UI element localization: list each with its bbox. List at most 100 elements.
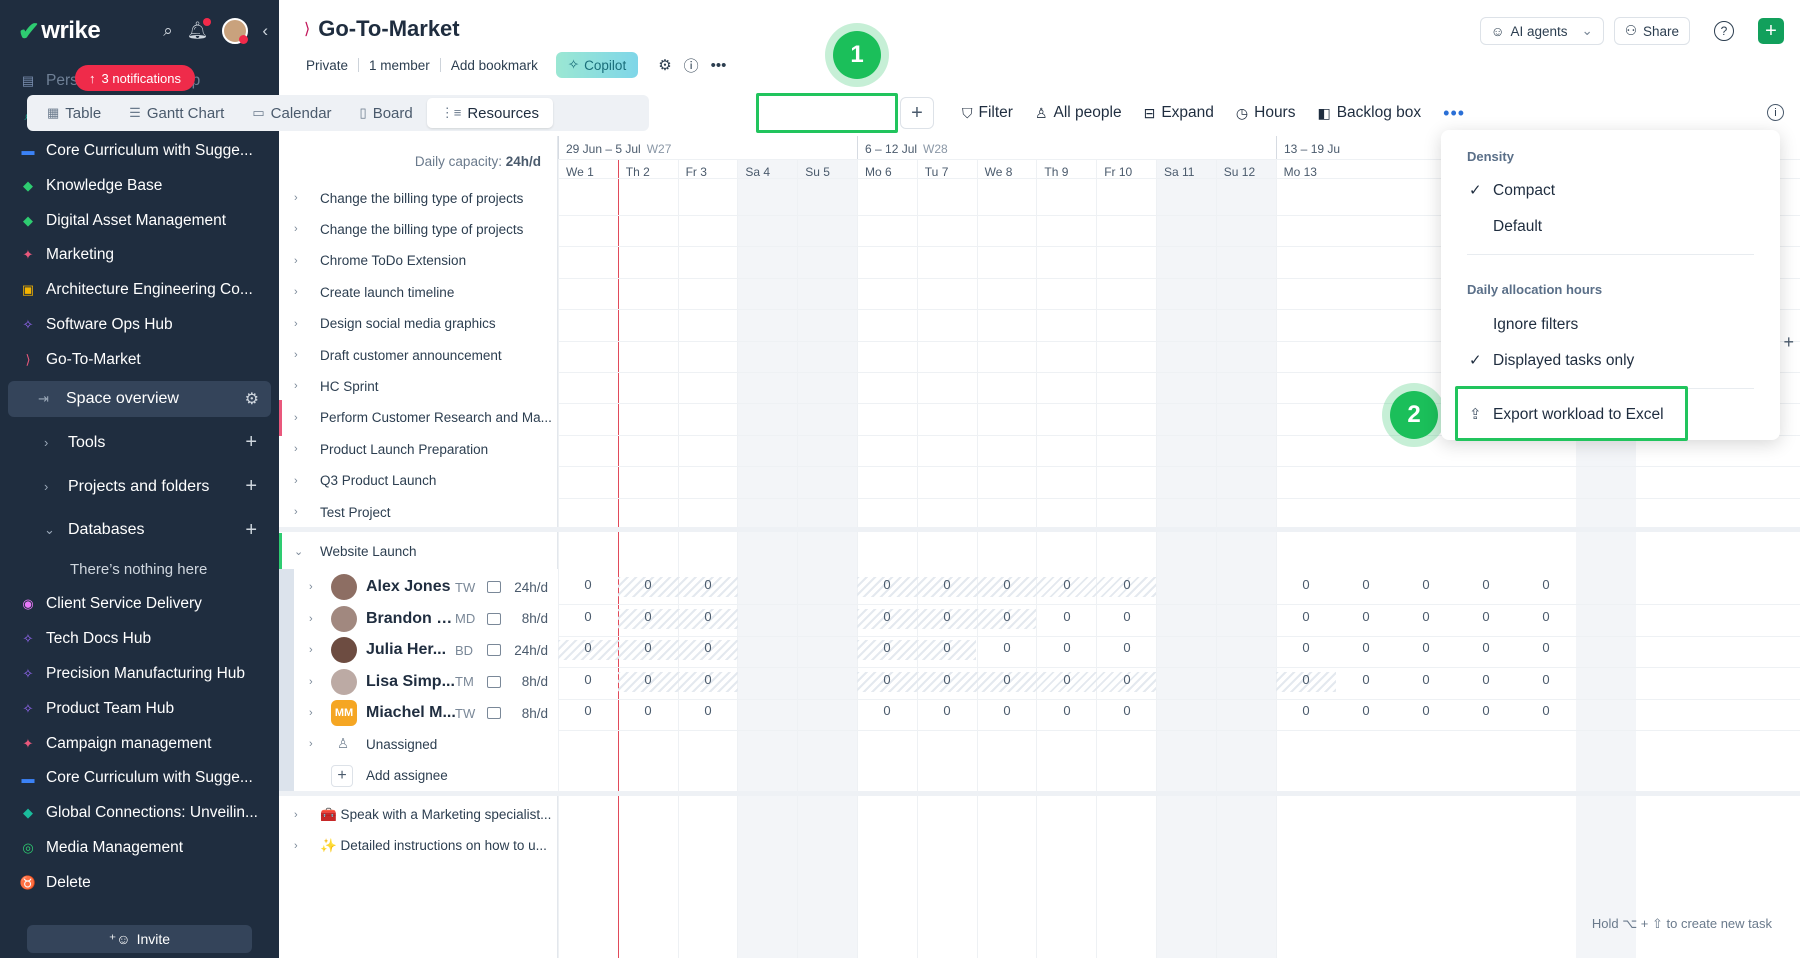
filter-button[interactable]: ⛉ Filter (962, 104, 1013, 122)
workload-cell[interactable]: 0 (1356, 609, 1376, 624)
chevron-right-icon[interactable]: › (294, 380, 304, 392)
invite-button[interactable]: ⁺☺ Invite (27, 925, 252, 953)
chevron-right-icon[interactable]: › (294, 318, 304, 330)
chevron-right-icon[interactable]: › (309, 581, 313, 593)
workload-cell[interactable]: 0 (1296, 640, 1316, 655)
workload-cell[interactable]: 0 (937, 703, 957, 718)
profile-icon[interactable] (487, 612, 501, 625)
chevron-down-icon[interactable]: ⌄ (294, 545, 304, 558)
workload-cell[interactable]: 0 (1356, 577, 1376, 592)
tab-gantt-chart[interactable]: ☰ Gantt Chart (115, 98, 238, 128)
workload-cell[interactable]: 0 (698, 672, 718, 687)
chevron-right-icon[interactable]: › (294, 255, 304, 267)
profile-icon[interactable] (487, 675, 501, 688)
tools-item[interactable]: › Tools + (0, 421, 279, 465)
workload-cell[interactable]: 0 (638, 609, 658, 624)
workload-cell[interactable]: 0 (1416, 640, 1436, 655)
backlog-box-button[interactable]: ◧ Backlog box (1317, 104, 1421, 122)
workload-cell[interactable]: 0 (1476, 640, 1496, 655)
workload-cell[interactable]: 0 (937, 609, 957, 624)
sidebar-item[interactable]: ◉ Client Service Delivery (0, 587, 279, 622)
workload-cell[interactable]: 0 (578, 672, 598, 687)
workload-cell[interactable]: 0 (997, 703, 1017, 718)
chevron-right-icon[interactable]: › (309, 738, 313, 750)
sidebar-item[interactable]: ✧ Software Ops Hub (0, 308, 279, 343)
ai-agents-button[interactable]: ☺ AI agents ⌄ (1479, 17, 1604, 45)
space-overview-item[interactable]: ⇥ Space overview ⚙ (8, 381, 271, 418)
workload-cell[interactable]: 0 (997, 577, 1017, 592)
chevron-right-icon[interactable]: › (294, 286, 304, 298)
chevron-right-icon[interactable]: › (294, 349, 304, 361)
all-people-button[interactable]: ♙ All people (1035, 104, 1122, 122)
workload-cell[interactable]: 0 (1416, 703, 1436, 718)
workload-cell[interactable]: 0 (937, 577, 957, 592)
workload-cell[interactable]: 0 (698, 609, 718, 624)
collapse-sidebar-icon[interactable]: ‹ (262, 21, 268, 41)
workload-cell[interactable]: 0 (698, 577, 718, 592)
sidebar-item[interactable]: ▣ Architecture Engineering Co... (0, 273, 279, 308)
sidebar-item[interactable]: ◎ Media Management (0, 831, 279, 866)
chevron-right-icon[interactable]: › (294, 506, 304, 518)
plus-icon[interactable]: + (245, 519, 257, 542)
bell-icon[interactable]: 🔔︎ (187, 18, 212, 41)
workload-cell[interactable]: 0 (1536, 577, 1556, 592)
workload-cell[interactable]: 0 (1536, 640, 1556, 655)
workload-cell[interactable]: 0 (1117, 609, 1137, 624)
add-view-button[interactable]: + (900, 97, 934, 129)
workload-cell[interactable]: 0 (1356, 640, 1376, 655)
tab-board[interactable]: ▯ Board (346, 98, 427, 128)
add-bookmark-link[interactable]: Add bookmark (451, 58, 538, 73)
page-title[interactable]: Go-To-Market (318, 16, 459, 42)
chevron-right-icon[interactable]: › (294, 412, 304, 424)
add-assignee-row[interactable]: + Add assignee (279, 757, 558, 794)
projects-folders-item[interactable]: › Projects and folders + (0, 465, 279, 509)
chevron-right-icon[interactable]: › (309, 676, 313, 688)
gear-icon[interactable]: ⚙ (658, 56, 671, 74)
sidebar-item[interactable]: ✦ Campaign management (0, 726, 279, 761)
workload-cell[interactable]: 0 (578, 640, 598, 655)
sidebar-item[interactable]: ◆ Global Connections: Unveilin... (0, 796, 279, 831)
workload-cell[interactable]: 0 (1057, 609, 1077, 624)
workload-cell[interactable]: 0 (638, 577, 658, 592)
chevron-right-icon[interactable]: › (294, 809, 304, 821)
privacy-label[interactable]: Private (306, 58, 348, 73)
workload-cell[interactable]: 0 (578, 577, 598, 592)
wrike-logo[interactable]: ✔ wrike (18, 16, 101, 47)
members-label[interactable]: 1 member (369, 58, 430, 73)
workload-cell[interactable]: 0 (1536, 672, 1556, 687)
workload-cell[interactable]: 0 (1476, 609, 1496, 624)
workload-cell[interactable]: 0 (877, 672, 897, 687)
chevron-right-icon[interactable]: › (294, 840, 304, 852)
chevron-right-icon[interactable]: › (294, 443, 304, 455)
hours-button[interactable]: ◷ Hours (1236, 104, 1296, 122)
workload-cell[interactable]: 0 (1536, 609, 1556, 624)
search-icon[interactable]: ⌕ (163, 21, 173, 41)
ignore-filters-option[interactable]: Ignore filters (1493, 316, 1578, 334)
task-row[interactable]: › ✨ Detailed instructions on how to u... (279, 828, 558, 864)
sidebar-item[interactable]: ✧ Tech Docs Hub (0, 622, 279, 657)
workload-cell[interactable]: 0 (1117, 672, 1137, 687)
profile-icon[interactable] (487, 644, 501, 657)
notifications-pill[interactable]: ↑ 3 notifications (75, 65, 195, 91)
workload-cell[interactable]: 0 (1057, 672, 1077, 687)
databases-item[interactable]: ⌄ Databases + (0, 508, 279, 552)
displayed-tasks-option[interactable]: Displayed tasks only (1493, 352, 1634, 370)
tab-table[interactable]: ▦ Table (33, 98, 115, 128)
workload-cell[interactable]: 0 (1057, 703, 1077, 718)
workload-cell[interactable]: 0 (877, 640, 897, 655)
workload-cell[interactable]: 0 (1057, 640, 1077, 655)
workload-cell[interactable]: 0 (1117, 703, 1137, 718)
tab-calendar[interactable]: ▭ Calendar (238, 98, 345, 128)
profile-icon[interactable] (487, 581, 501, 594)
sidebar-item[interactable]: ▬ Core Curriculum with Sugge... (0, 134, 279, 169)
workload-cell[interactable]: 0 (1057, 577, 1077, 592)
workload-cell[interactable]: 0 (877, 577, 897, 592)
workload-cell[interactable]: 0 (997, 640, 1017, 655)
share-button[interactable]: ⚇ Share (1613, 17, 1690, 45)
info-icon[interactable]: ⓘ (684, 55, 699, 76)
workload-cell[interactable]: 0 (1296, 703, 1316, 718)
create-new-button[interactable]: + (1758, 18, 1784, 44)
copilot-button[interactable]: ✧ Copilot (555, 52, 639, 78)
workload-cell[interactable]: 0 (1117, 577, 1137, 592)
sidebar-item[interactable]: ◆ Knowledge Base (0, 168, 279, 203)
